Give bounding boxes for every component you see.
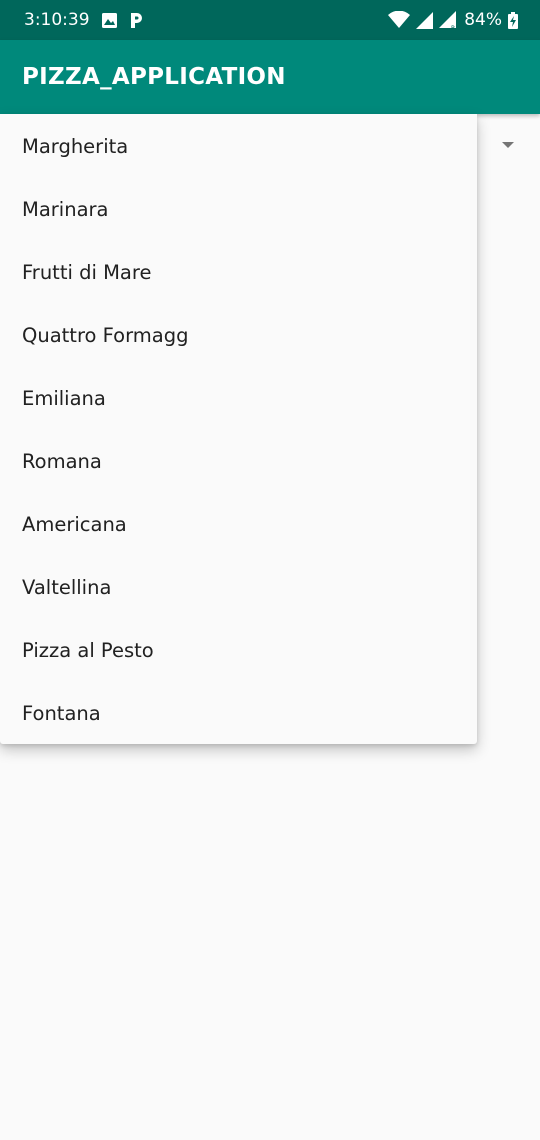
chevron-down-icon[interactable] <box>502 142 514 148</box>
list-item[interactable]: Pizza al Pesto <box>0 619 477 682</box>
battery-charging-icon <box>508 11 518 29</box>
status-bar: 3:10:39 R 84% <box>0 0 540 40</box>
svg-text:R: R <box>451 25 455 30</box>
list-item[interactable]: Fontana <box>0 682 477 745</box>
list-item[interactable]: Emiliana <box>0 367 477 430</box>
app-title: PIZZA_APPLICATION <box>22 64 286 90</box>
list-item[interactable]: Americana <box>0 493 477 556</box>
signal-icon <box>416 11 434 29</box>
list-item[interactable]: Marinara <box>0 178 477 241</box>
list-item[interactable]: Quattro Formagg <box>0 304 477 367</box>
status-time: 3:10:39 <box>24 10 90 30</box>
wifi-icon <box>388 11 411 29</box>
pizza-dropdown-list: Margherita Marinara Frutti di Mare Quatt… <box>0 114 477 744</box>
battery-percent: 84% <box>464 10 502 30</box>
list-item[interactable]: Frutti di Mare <box>0 241 477 304</box>
parking-icon <box>129 12 143 29</box>
signal-roaming-icon: R <box>439 10 458 30</box>
app-bar: PIZZA_APPLICATION <box>0 40 540 114</box>
list-item[interactable]: Romana <box>0 430 477 493</box>
list-item[interactable]: Valtellina <box>0 556 477 619</box>
image-icon <box>101 12 117 28</box>
list-item[interactable]: Margherita <box>0 114 477 178</box>
